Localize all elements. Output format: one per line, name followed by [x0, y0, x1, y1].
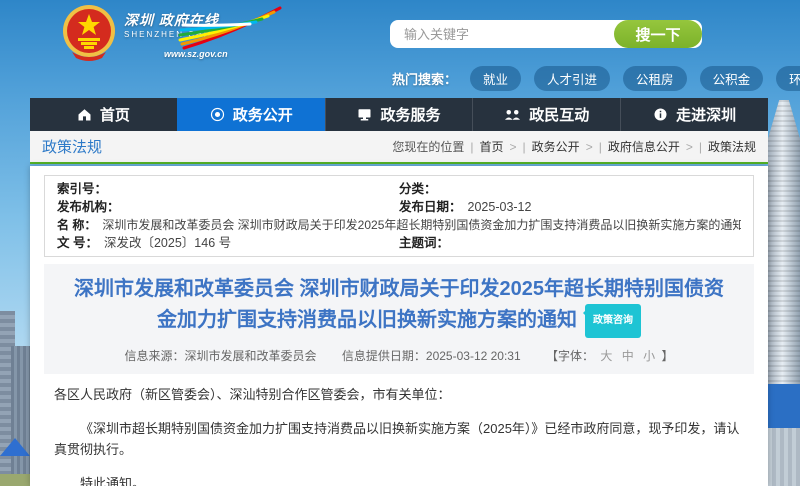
left-buildings-image [0, 290, 30, 486]
font-size-small[interactable]: 小 [643, 349, 655, 363]
nav-label: 走进深圳 [676, 104, 736, 125]
font-size-medium[interactable]: 中 [622, 349, 634, 363]
font-size-close: 】 [661, 349, 673, 363]
meta-label-name: 名 称： [57, 216, 96, 234]
section-title: 政策法规 [42, 136, 102, 157]
hot-tag-huanbao[interactable]: 环保 [776, 66, 800, 91]
info-source: 信息来源：深圳市发展和改革委员会 [125, 349, 317, 363]
hot-search-label: 热门搜索： [392, 69, 457, 88]
nav-label: 政务服务 [380, 104, 440, 125]
meta-label-index: 索引号： [57, 180, 107, 198]
hot-search-row: 热门搜索： 就业 人才引进 公租房 公积金 环保 [392, 66, 800, 91]
article-header: 深圳市发展和改革委员会 深圳市财政局关于印发2025年超长期特别国债资金加力扩围… [44, 264, 754, 374]
nav-item-home[interactable]: 首页 [30, 98, 177, 131]
paragraph-closing: 特此通知。 [54, 473, 752, 486]
nav-label: 政务公开 [233, 104, 293, 125]
hot-tag-jiuye[interactable]: 就业 [470, 66, 521, 91]
hot-tag-gongjijin[interactable]: 公积金 [700, 66, 764, 91]
search-button[interactable]: 搜一下 [614, 20, 702, 48]
article-info-line: 信息来源：深圳市发展和改革委员会 信息提供日期：2025-03-12 20:31… [70, 347, 728, 364]
people-icon [504, 107, 521, 122]
main-nav: 首页 政务公开 政务服务 政民互动 [30, 98, 768, 131]
breadcrumb: 您现在的位置 | 首页 > | 政务公开 > | 政府信息公开 > | 政策法规 [392, 138, 756, 155]
right-skyscraper-image [768, 100, 800, 486]
nav-item-zhengwu-fuwu[interactable]: 政务服务 [325, 98, 473, 131]
meta-row: 名 称： 深圳市发展和改革委员会 深圳市财政局关于印发2025年超长期特别国债资… [57, 216, 741, 234]
emblem-badge-icon [210, 107, 225, 122]
font-size-open: 【字体： [546, 349, 594, 363]
breadcrumb-home[interactable]: 首页 [480, 138, 504, 155]
wing-swoosh-icon [176, 4, 286, 56]
home-icon [77, 107, 92, 122]
breadcrumb-current[interactable]: 政策法规 [708, 138, 756, 155]
meta-label-pubdate: 发布日期： [399, 198, 462, 216]
nav-label: 首页 [100, 104, 130, 125]
meta-label-agency: 发布机构： [57, 198, 120, 216]
paragraph-salutation: 各区人民政府（新区管委会）、深汕特别合作区管委会，市有关单位： [54, 384, 752, 405]
breadcrumb-bar: 政策法规 您现在的位置 | 首页 > | 政务公开 > | 政府信息公开 > |… [30, 131, 768, 164]
meta-value-name: 深圳市发展和改革委员会 深圳市财政局关于印发2025年超长期特别国债资金加力扩围… [102, 216, 741, 234]
meta-row: 发布机构： 发布日期： 2025-03-12 [57, 198, 741, 216]
hot-tag-gongzufang[interactable]: 公租房 [623, 66, 687, 91]
nav-label: 政民互动 [529, 104, 589, 125]
meta-row: 文 号： 深发改〔2025〕146 号 主题词： [57, 234, 741, 252]
policy-consult-badge[interactable]: 政策咨询 [585, 304, 641, 338]
meta-row: 索引号： 分类： [57, 180, 741, 198]
nav-item-zhengmin-hudong[interactable]: 政民互动 [472, 98, 620, 131]
article-body: 各区人民政府（新区管委会）、深汕特别合作区管委会，市有关单位： 《深圳市超长期特… [30, 374, 768, 486]
hot-tag-rencai[interactable]: 人才引进 [534, 66, 610, 91]
meta-label-keywords: 主题词： [399, 234, 449, 252]
breadcrumb-location-label: 您现在的位置 [392, 138, 464, 155]
paragraph-main: 《深圳市超长期特别国债资金加力扩围支持消费品以旧换新实施方案（2025年）》已经… [54, 418, 752, 460]
font-size-large[interactable]: 大 [600, 349, 612, 363]
info-circle-icon [653, 107, 668, 122]
monitor-icon [357, 107, 372, 122]
info-provide-date: 信息提供日期：2025-03-12 20:31 [342, 349, 521, 363]
meta-value-pubdate: 2025-03-12 [468, 198, 532, 216]
content-panel: 索引号： 分类： 发布机构： 发布日期： 2025-03-12 [30, 166, 768, 486]
page: 深圳 政府在线 SHENZHEN CHINA www.sz.gov.cn 搜一下… [0, 0, 800, 486]
nav-item-zoujin-shenzhen[interactable]: 走进深圳 [620, 98, 768, 131]
page-title: 深圳市发展和改革委员会 深圳市财政局关于印发2025年超长期特别国债资金加力扩围… [70, 274, 728, 338]
site-logo: 深圳 政府在线 SHENZHEN CHINA www.sz.gov.cn [124, 10, 274, 66]
breadcrumb-xinxi-gongkai[interactable]: 政府信息公开 [608, 138, 680, 155]
breadcrumb-zhengwu-gongkai[interactable]: 政务公开 [532, 138, 580, 155]
national-emblem-icon [60, 4, 118, 62]
meta-label-docnum: 文 号： [57, 234, 98, 252]
meta-label-category: 分类： [399, 180, 437, 198]
meta-value-docnum: 深发改〔2025〕146 号 [104, 234, 231, 252]
nav-item-zhengwu-gongkai[interactable]: 政务公开 [177, 98, 325, 131]
search-bar: 搜一下 [390, 20, 702, 48]
document-meta-table: 索引号： 分类： 发布机构： 发布日期： 2025-03-12 [44, 175, 754, 257]
